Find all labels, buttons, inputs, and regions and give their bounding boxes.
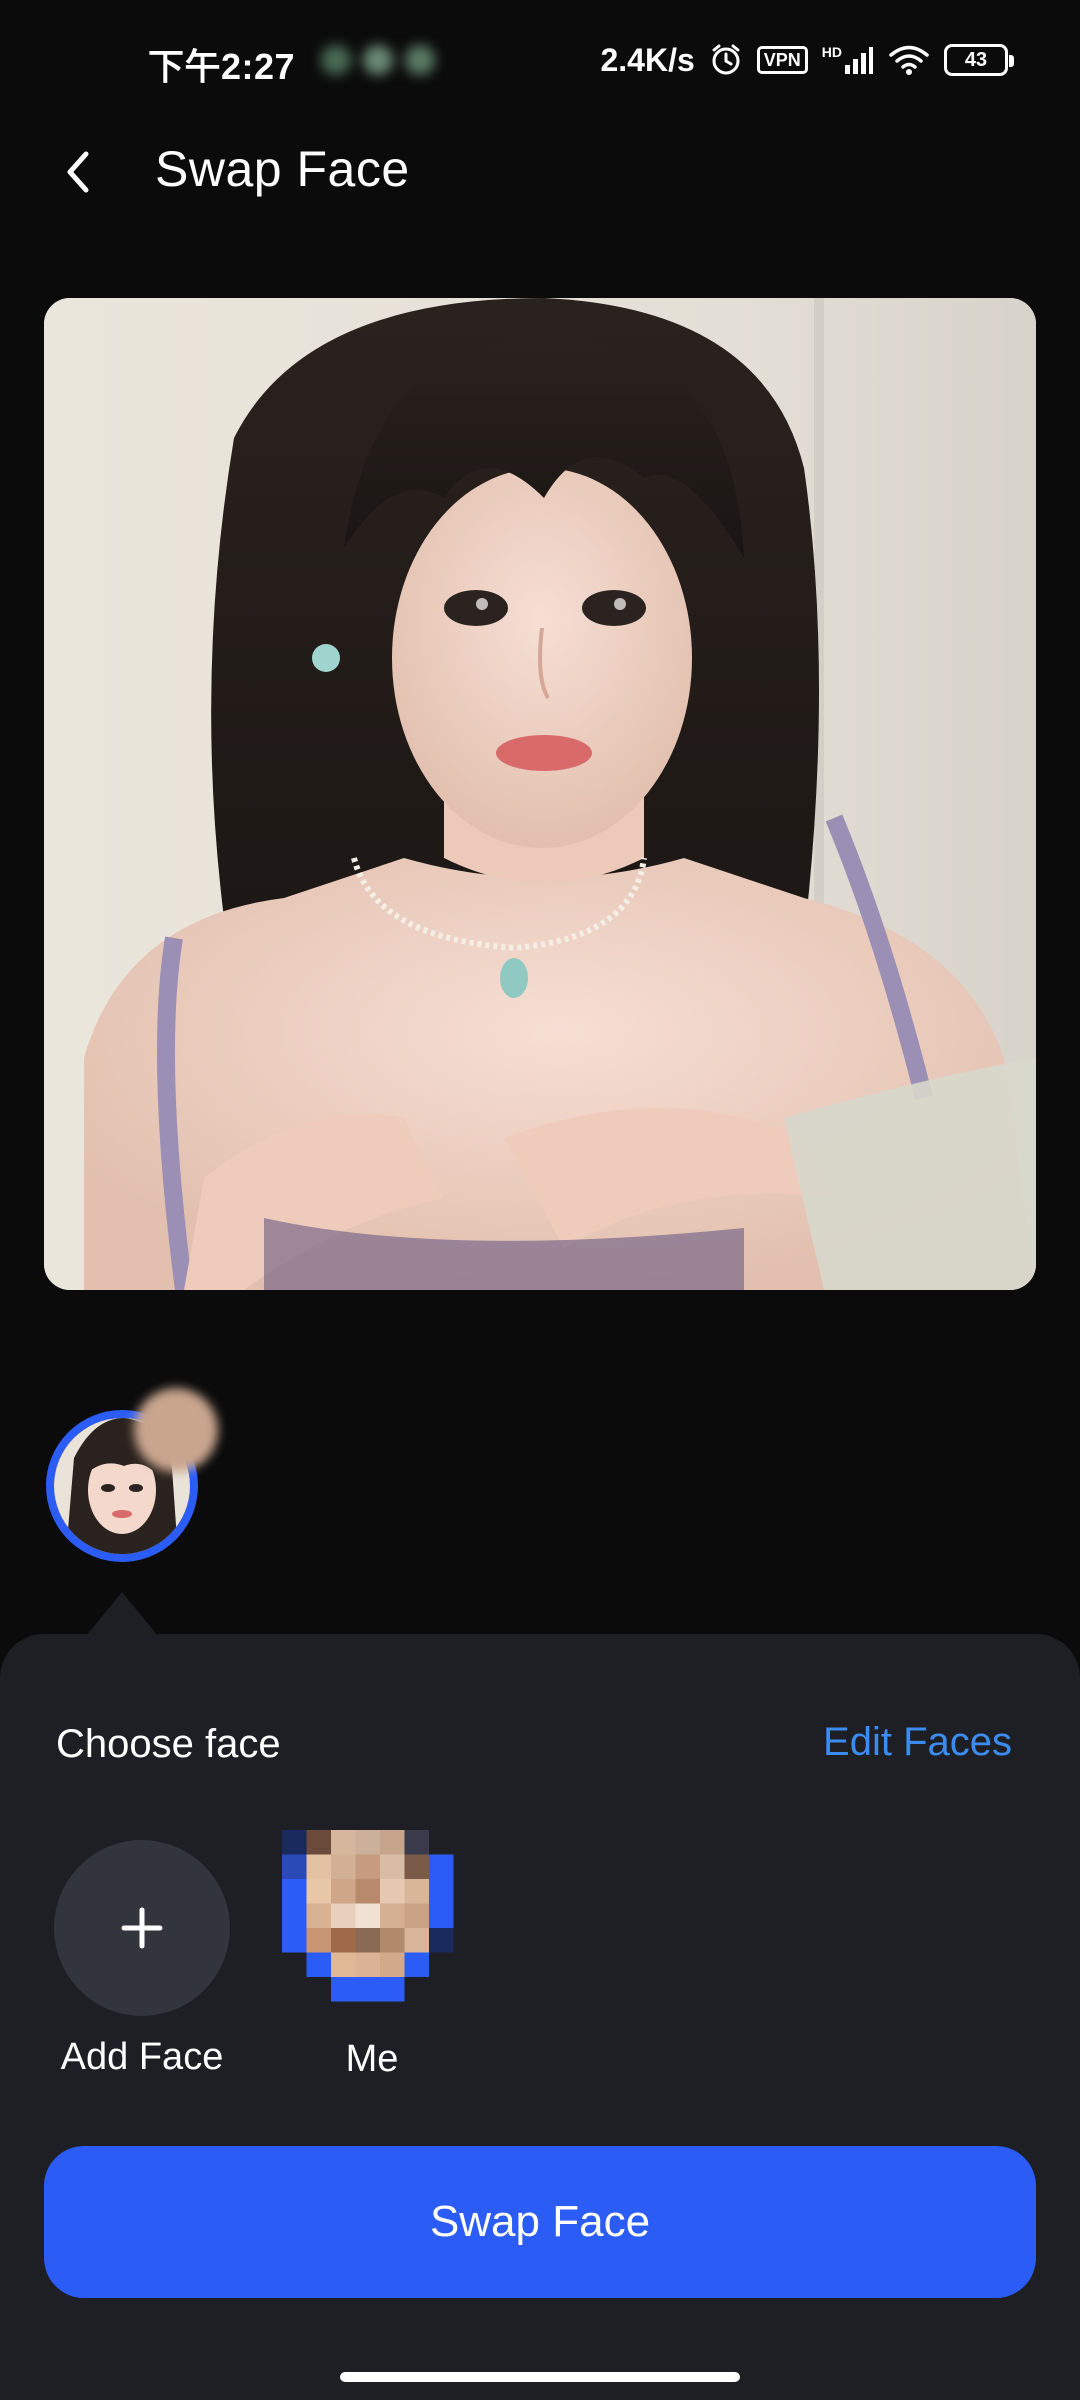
signal-indicator: HD bbox=[822, 45, 874, 75]
hd-label: HD bbox=[821, 44, 842, 60]
status-time: 下午2:27 bbox=[148, 46, 296, 87]
face-option-me[interactable]: Me bbox=[282, 1830, 478, 2081]
plus-icon bbox=[121, 1907, 163, 1949]
vpn-badge: VPN bbox=[756, 46, 808, 74]
selected-replacement-face bbox=[134, 1388, 218, 1472]
back-button[interactable] bbox=[48, 142, 108, 202]
chevron-left-icon bbox=[67, 151, 89, 193]
header: Swap Face bbox=[0, 120, 1080, 220]
portrait-photo bbox=[44, 298, 1036, 1290]
add-face-circle bbox=[54, 1840, 230, 2016]
alarm-icon bbox=[712, 44, 740, 75]
battery-level: 43 bbox=[964, 48, 988, 71]
home-indicator[interactable] bbox=[340, 2372, 740, 2382]
page-title: Swap Face bbox=[155, 141, 410, 197]
signal-icon bbox=[845, 47, 873, 74]
choose-face-sheet: Choose face Edit Faces Add Face Me Swap … bbox=[0, 1634, 1080, 2400]
pixelated-avatar bbox=[282, 1830, 478, 2026]
source-photo bbox=[44, 298, 1036, 1290]
wifi-icon bbox=[889, 45, 929, 75]
edit-faces-link[interactable]: Edit Faces bbox=[823, 1720, 1012, 1765]
status-bar: 下午2:27 2.4K/s VPN HD 43 bbox=[0, 0, 1080, 120]
sheet-pointer bbox=[86, 1592, 158, 1636]
add-face-button[interactable]: Add Face bbox=[52, 1840, 232, 2079]
add-face-label: Add Face bbox=[60, 2036, 224, 2078]
me-avatar bbox=[282, 1830, 478, 2026]
me-face-label: Me bbox=[345, 2038, 399, 2080]
choose-face-label: Choose face bbox=[56, 1722, 281, 1766]
status-indicators: 2.4K/s VPN HD 43 bbox=[600, 36, 1014, 84]
network-speed: 2.4K/s bbox=[600, 41, 695, 78]
swap-face-button[interactable]: Swap Face bbox=[44, 2146, 1036, 2298]
notification-icons-blurred bbox=[308, 42, 448, 78]
battery-icon: 43 bbox=[944, 44, 1014, 76]
